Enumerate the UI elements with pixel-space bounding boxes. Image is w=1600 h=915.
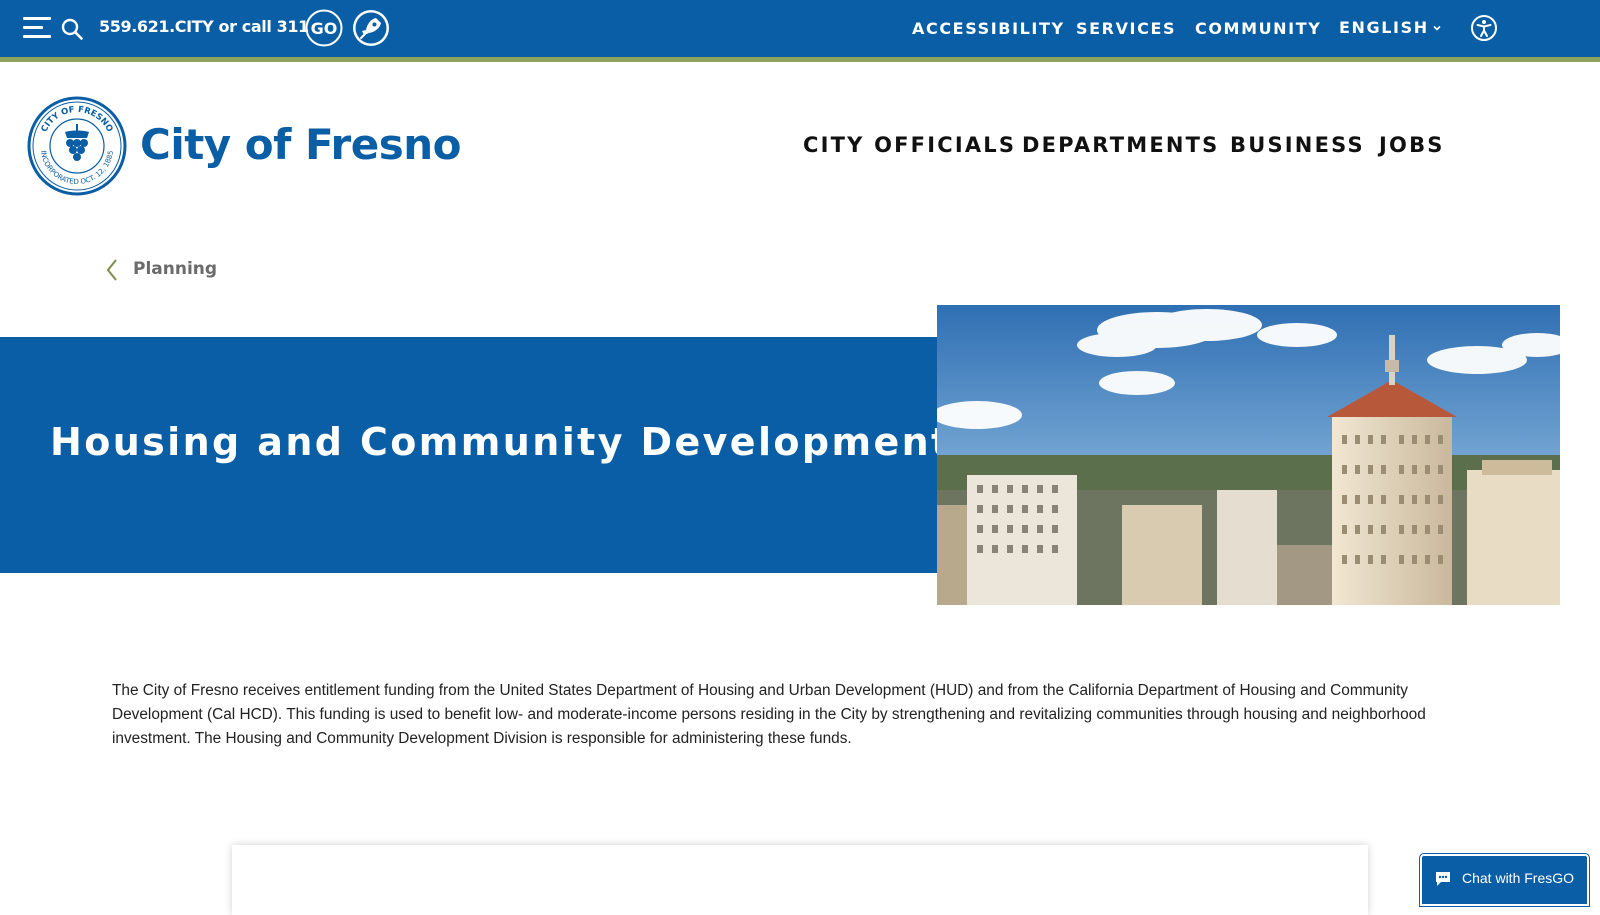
chat-bubble-icon bbox=[1436, 872, 1450, 886]
site-title[interactable]: City of Fresno bbox=[140, 120, 462, 169]
nav-jobs[interactable]: JOBS bbox=[1379, 133, 1445, 157]
city-seal-logo[interactable]: CITY OF FRESNO INCORPORATED OCT. 12, 188… bbox=[27, 96, 127, 196]
rocket-icon[interactable] bbox=[352, 9, 390, 47]
nav-departments[interactable]: DEPARTMENTS bbox=[1022, 133, 1220, 157]
go-icon-text: GO bbox=[311, 19, 338, 38]
chat-label: Chat with FresGO bbox=[1462, 870, 1575, 886]
chat-button[interactable]: Chat with FresGO bbox=[1420, 854, 1589, 906]
utility-link-services[interactable]: SERVICES bbox=[1076, 19, 1176, 38]
hero-image bbox=[937, 305, 1560, 605]
utility-bar: 559.621.CITY or call 311 GO ACCESSIBILIT… bbox=[0, 0, 1600, 57]
search-icon[interactable] bbox=[61, 18, 83, 40]
page-title: Housing and Community Development bbox=[50, 420, 952, 464]
chevron-down-icon[interactable] bbox=[1431, 22, 1443, 34]
chevron-left-icon[interactable] bbox=[105, 258, 119, 282]
menu-icon[interactable] bbox=[23, 16, 51, 40]
topbar-divider bbox=[0, 57, 1600, 62]
phone-link[interactable]: 559.621.CITY or call 311 bbox=[99, 17, 309, 36]
intro-paragraph: The City of Fresno receives entitlement … bbox=[112, 682, 1426, 747]
content-card bbox=[232, 845, 1368, 915]
language-select[interactable]: ENGLISH bbox=[1339, 18, 1429, 37]
accessibility-icon[interactable] bbox=[1470, 14, 1498, 42]
nav-city-officials[interactable]: CITY OFFICIALS bbox=[803, 133, 1016, 157]
go-icon[interactable]: GO bbox=[305, 9, 343, 47]
nav-business[interactable]: BUSINESS bbox=[1230, 133, 1365, 157]
utility-link-accessibility[interactable]: ACCESSIBILITY bbox=[912, 19, 1065, 38]
utility-link-community[interactable]: COMMUNITY bbox=[1195, 19, 1321, 38]
breadcrumb-parent-link[interactable]: Planning bbox=[133, 259, 217, 279]
